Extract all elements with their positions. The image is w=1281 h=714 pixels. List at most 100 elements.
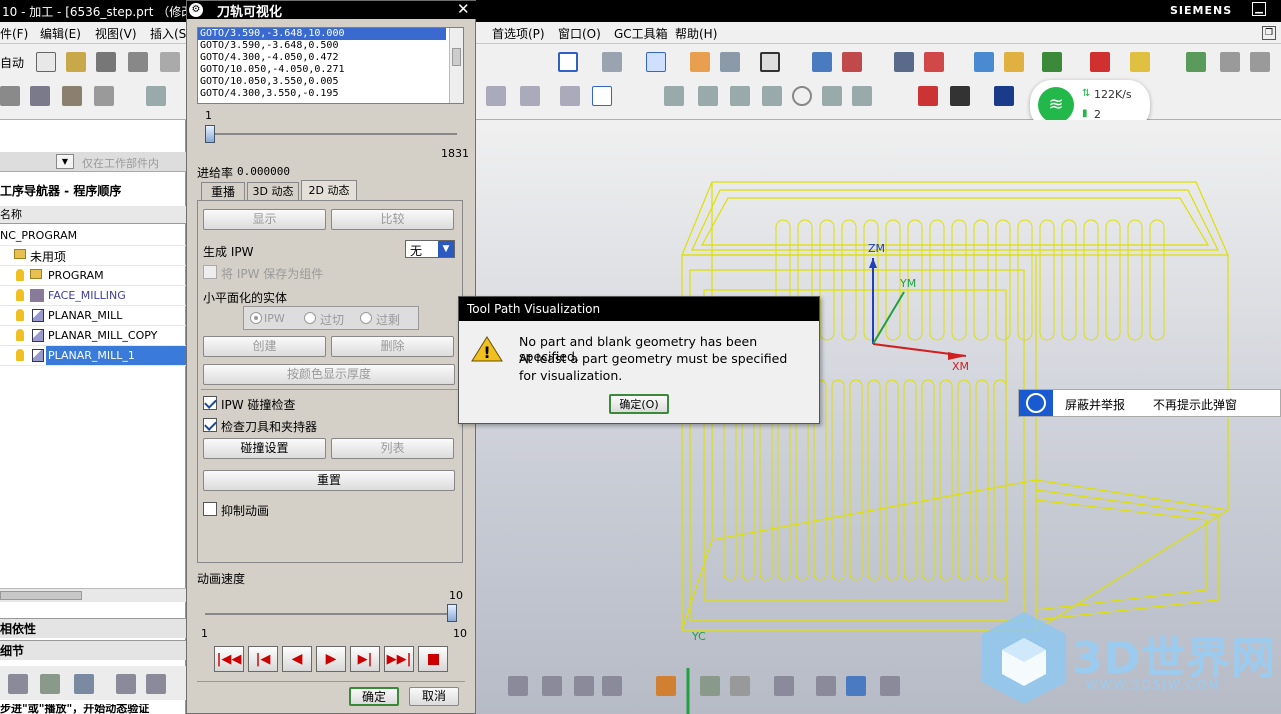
list-item[interactable]: GOTO/10.050,3.550,0.005	[198, 76, 463, 88]
op-geom-icon[interactable]	[40, 674, 60, 694]
snap-icon[interactable]	[812, 52, 832, 72]
menu-insert[interactable]: 插入(S)	[150, 25, 191, 42]
speed-slider-track[interactable]	[205, 613, 457, 615]
step-slider-track[interactable]	[205, 133, 457, 135]
settings-gear-icon[interactable]: ⚙	[189, 3, 203, 17]
compare-button[interactable]: 比较	[331, 209, 454, 230]
panel2-icon[interactable]	[1250, 52, 1270, 72]
column-header-name[interactable]: 名称	[0, 206, 186, 224]
tree-row[interactable]: NC_PROGRAM	[0, 226, 186, 246]
arc-icon[interactable]	[822, 86, 842, 106]
step-forward-button[interactable]: ▶|	[350, 646, 380, 672]
bt-icon-7[interactable]	[846, 676, 866, 696]
mill-icon[interactable]	[0, 86, 20, 106]
save-icon[interactable]	[96, 52, 116, 72]
op-tool-icon[interactable]	[8, 674, 28, 694]
tab-replay[interactable]: 重播	[201, 182, 245, 201]
new-file-icon[interactable]	[36, 52, 56, 72]
menu-help[interactable]: 帮助(H)	[675, 25, 717, 42]
step-slider-thumb[interactable]	[205, 125, 215, 143]
measure-icon[interactable]	[974, 52, 994, 72]
select-icon[interactable]	[918, 86, 938, 106]
radio-ipw[interactable]	[250, 312, 262, 324]
horizontal-scrollbar[interactable]	[0, 588, 186, 602]
scroll-thumb[interactable]	[0, 591, 82, 600]
tool-icon[interactable]	[94, 86, 114, 106]
menu-window[interactable]: 窗口(O)	[558, 25, 601, 42]
list-item[interactable]: GOTO/4.300,-4.050,0.472	[198, 52, 463, 64]
list-item[interactable]: GOTO/3.590,-3.648,0.500	[198, 40, 463, 52]
op-icon-1[interactable]	[486, 86, 506, 106]
panel-icon[interactable]	[1220, 52, 1240, 72]
list-button[interactable]: 列表	[331, 438, 454, 459]
close-icon[interactable]: ✕	[457, 0, 470, 18]
save-ipw-checkbox[interactable]	[203, 265, 217, 279]
orient-icon[interactable]	[842, 52, 862, 72]
wcs-icon[interactable]	[894, 52, 914, 72]
spline-icon[interactable]	[698, 86, 718, 106]
tab-3d-dynamic[interactable]: 3D 动态	[247, 182, 299, 201]
fast-forward-end-button[interactable]: ▶▶|	[384, 646, 414, 672]
color-thickness-button[interactable]: 按颜色显示厚度	[203, 364, 455, 385]
op-icon-3[interactable]	[560, 86, 580, 106]
generate-ipw-select[interactable]: 无 ▼	[405, 240, 455, 258]
delete-button[interactable]: 删除	[331, 336, 454, 357]
cut-icon[interactable]	[160, 52, 180, 72]
block-report-button[interactable]: 屏蔽并举报	[1065, 396, 1125, 413]
print-icon[interactable]	[128, 52, 148, 72]
bt-icon-6[interactable]	[816, 676, 836, 696]
menu-edit[interactable]: 编辑(E)	[40, 25, 81, 42]
tree-row[interactable]: FACE_MILLING	[0, 286, 186, 306]
chevron-down-icon[interactable]: ▼	[438, 241, 454, 257]
menu-gc-toolbox[interactable]: GC工具箱	[614, 25, 668, 42]
bt-icon-3[interactable]	[574, 676, 594, 696]
op-add-icon[interactable]	[74, 674, 94, 694]
reset-button[interactable]: 重置	[203, 470, 455, 491]
layer-icon[interactable]	[690, 52, 710, 72]
op-icon-2[interactable]	[520, 86, 540, 106]
step-back-button[interactable]: |◀	[248, 646, 278, 672]
analysis-icon[interactable]	[1004, 52, 1024, 72]
collision-settings-button[interactable]: 碰撞设置	[203, 438, 326, 459]
tree-row[interactable]: PROGRAM	[0, 266, 186, 286]
factory-icon[interactable]	[62, 86, 82, 106]
rect-icon[interactable]	[762, 86, 782, 106]
bt-icon-5[interactable]	[774, 676, 794, 696]
restore-icon[interactable]: ❐	[1262, 26, 1276, 40]
play-button[interactable]: ▶	[316, 646, 346, 672]
check-icon[interactable]	[1186, 52, 1206, 72]
cancel-button[interactable]: 取消	[409, 687, 459, 706]
bt-icon-8[interactable]	[880, 676, 900, 696]
filter-dropdown-icon[interactable]: ▼	[56, 154, 74, 169]
radio-undercut[interactable]	[304, 312, 316, 324]
bt-link-icon[interactable]	[700, 676, 720, 696]
bt-icon-2[interactable]	[542, 676, 562, 696]
goto-listbox[interactable]: GOTO/3.590,-3.648,10.000 GOTO/3.590,-3.6…	[197, 27, 464, 104]
tree-row[interactable]: PLANAR_MILL	[0, 306, 186, 326]
check-tool-holder-checkbox[interactable]	[203, 418, 217, 432]
filter-icon[interactable]	[994, 86, 1014, 106]
cube-view-icon[interactable]	[646, 52, 666, 72]
bt-plus-icon[interactable]	[730, 676, 750, 696]
play-reverse-button[interactable]: ◀	[282, 646, 312, 672]
list-scrollbar[interactable]	[449, 28, 463, 103]
list-item-selected[interactable]: GOTO/3.590,-3.648,10.000	[198, 28, 446, 40]
list-item[interactable]: GOTO/10.050,-4.050,0.271	[198, 64, 463, 76]
pointer-icon[interactable]	[950, 86, 970, 106]
rewind-to-start-button[interactable]: |◀◀	[214, 646, 244, 672]
filter-field[interactable]: 仅在工作部件内	[82, 155, 159, 171]
create-button[interactable]: 创建	[203, 336, 326, 357]
dependencies-section[interactable]: 相依性	[0, 618, 186, 638]
move-icon[interactable]	[1042, 52, 1062, 72]
tree-row[interactable]: PLANAR_MILL_COPY	[0, 326, 186, 346]
offset-icon[interactable]	[852, 86, 872, 106]
point-icon[interactable]	[924, 52, 944, 72]
op-move-icon[interactable]	[116, 674, 136, 694]
menu-preferences[interactable]: 首选项(P)	[492, 25, 545, 42]
ok-button[interactable]: 确定	[349, 687, 399, 706]
bt-icon-1[interactable]	[508, 676, 528, 696]
radio-overcut[interactable]	[360, 312, 372, 324]
shading-icon[interactable]	[602, 52, 622, 72]
suppress-animation-checkbox[interactable]	[203, 502, 217, 516]
open-folder-icon[interactable]	[66, 52, 86, 72]
